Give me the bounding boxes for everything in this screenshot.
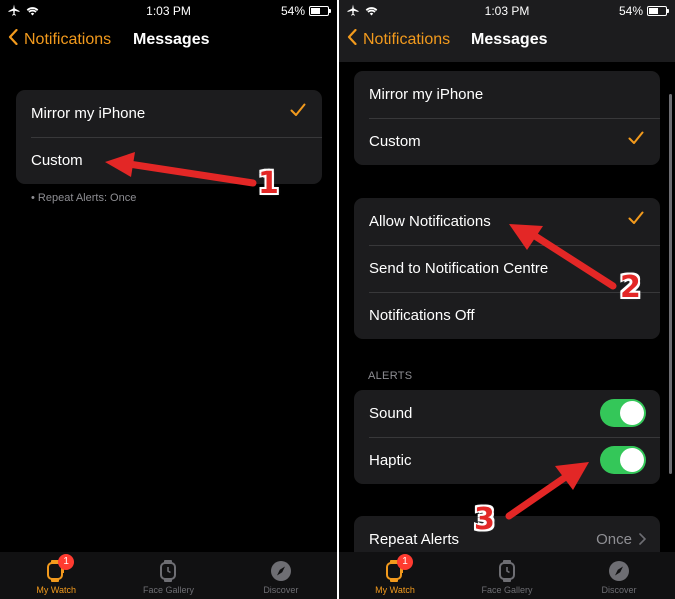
tab-face-gallery[interactable]: Face Gallery (451, 552, 563, 599)
notification-badge: 1 (58, 554, 75, 570)
option-label: Notifications Off (369, 307, 475, 324)
notification-badge: 1 (397, 554, 413, 570)
tab-label: Discover (263, 585, 299, 595)
back-label: Notifications (363, 30, 451, 48)
option-label: Mirror my iPhone (31, 105, 146, 122)
tab-label: Face Gallery (481, 585, 533, 595)
back-button[interactable]: Notifications (8, 28, 112, 50)
annotation-number-1: 1 (258, 166, 279, 201)
tab-label: Discover (601, 585, 637, 595)
battery-icon (647, 6, 669, 16)
option-mirror-iphone[interactable]: Mirror my iPhone (16, 90, 322, 137)
watch-face-icon (156, 560, 180, 582)
option-custom[interactable]: Custom (354, 118, 660, 165)
checkmark-icon (628, 211, 644, 229)
watch-icon: 1 (44, 554, 75, 582)
nav-bar: Notifications Messages (339, 22, 675, 62)
chevron-right-icon (639, 532, 647, 549)
haptic-row: Haptic (354, 437, 660, 484)
page-title: Messages (133, 31, 210, 48)
tab-discover[interactable]: Discover (563, 552, 675, 599)
annotation-number-2: 2 (620, 270, 641, 305)
repeat-alerts-value: Once (596, 531, 632, 548)
watch-icon: 1 (383, 554, 413, 582)
option-label: Custom (31, 152, 83, 169)
battery-icon (309, 6, 331, 16)
alerts-group: Sound Haptic (354, 390, 660, 484)
compass-icon (607, 560, 631, 582)
chevron-left-icon (347, 28, 357, 50)
sound-row: Sound (354, 390, 660, 437)
option-mirror-iphone[interactable]: Mirror my iPhone (354, 71, 660, 118)
battery-percent: 54% (618, 4, 643, 18)
row-label: Haptic (369, 452, 412, 469)
scroll-indicator[interactable] (669, 94, 672, 474)
option-notifications-off[interactable]: Notifications Off (354, 292, 660, 339)
toggle-knob (620, 448, 644, 472)
tab-discover[interactable]: Discover (225, 552, 337, 599)
option-send-to-notification-centre[interactable]: Send to Notification Centre (354, 245, 660, 292)
notification-group: Allow Notifications Send to Notification… (354, 198, 660, 339)
tab-my-watch[interactable]: 1 My Watch (339, 552, 451, 599)
row-label: Sound (369, 405, 413, 422)
watch-face-icon (495, 560, 519, 582)
option-label: Send to Notification Centre (369, 260, 549, 277)
option-allow-notifications[interactable]: Allow Notifications (354, 198, 660, 245)
status-bar: 1:03 PM 54% (0, 0, 337, 22)
checkmark-icon (290, 103, 306, 121)
page-title: Messages (471, 31, 548, 48)
option-label: Custom (369, 133, 421, 150)
right-screenshot: 1:03 PM 54% Notifications Messages Mirro… (339, 0, 675, 599)
tab-label: My Watch (375, 585, 415, 595)
back-button[interactable]: Notifications (347, 28, 451, 50)
repeat-alerts-footnote: • Repeat Alerts: Once (31, 192, 137, 204)
tab-label: My Watch (36, 585, 76, 595)
back-label: Notifications (24, 30, 112, 48)
status-bar: 1:03 PM 54% (339, 0, 675, 22)
battery-percent: 54% (280, 4, 305, 18)
sound-toggle[interactable] (600, 399, 646, 427)
tab-my-watch[interactable]: 1 My Watch (0, 552, 112, 599)
chevron-left-icon (8, 28, 18, 50)
row-label: Repeat Alerts (369, 531, 460, 548)
nav-bar: Notifications Messages (0, 22, 337, 62)
option-label: Allow Notifications (369, 213, 491, 230)
left-screenshot: 1:03 PM 54% Notifications Messages Mirro… (0, 0, 337, 599)
compass-icon (269, 560, 293, 582)
tab-bar: 1 My Watch Face Gallery Discover (0, 552, 337, 599)
haptic-toggle[interactable] (600, 446, 646, 474)
annotation-number-3: 3 (474, 502, 495, 537)
tab-label: Face Gallery (142, 585, 194, 595)
mode-group: Mirror my iPhone Custom (354, 71, 660, 165)
tab-bar: 1 My Watch Face Gallery Discover (339, 552, 675, 599)
tab-face-gallery[interactable]: Face Gallery (112, 552, 224, 599)
toggle-knob (620, 401, 644, 425)
checkmark-icon (628, 131, 644, 149)
alerts-section-header: ALERTS (368, 370, 413, 382)
option-label: Mirror my iPhone (369, 86, 484, 103)
